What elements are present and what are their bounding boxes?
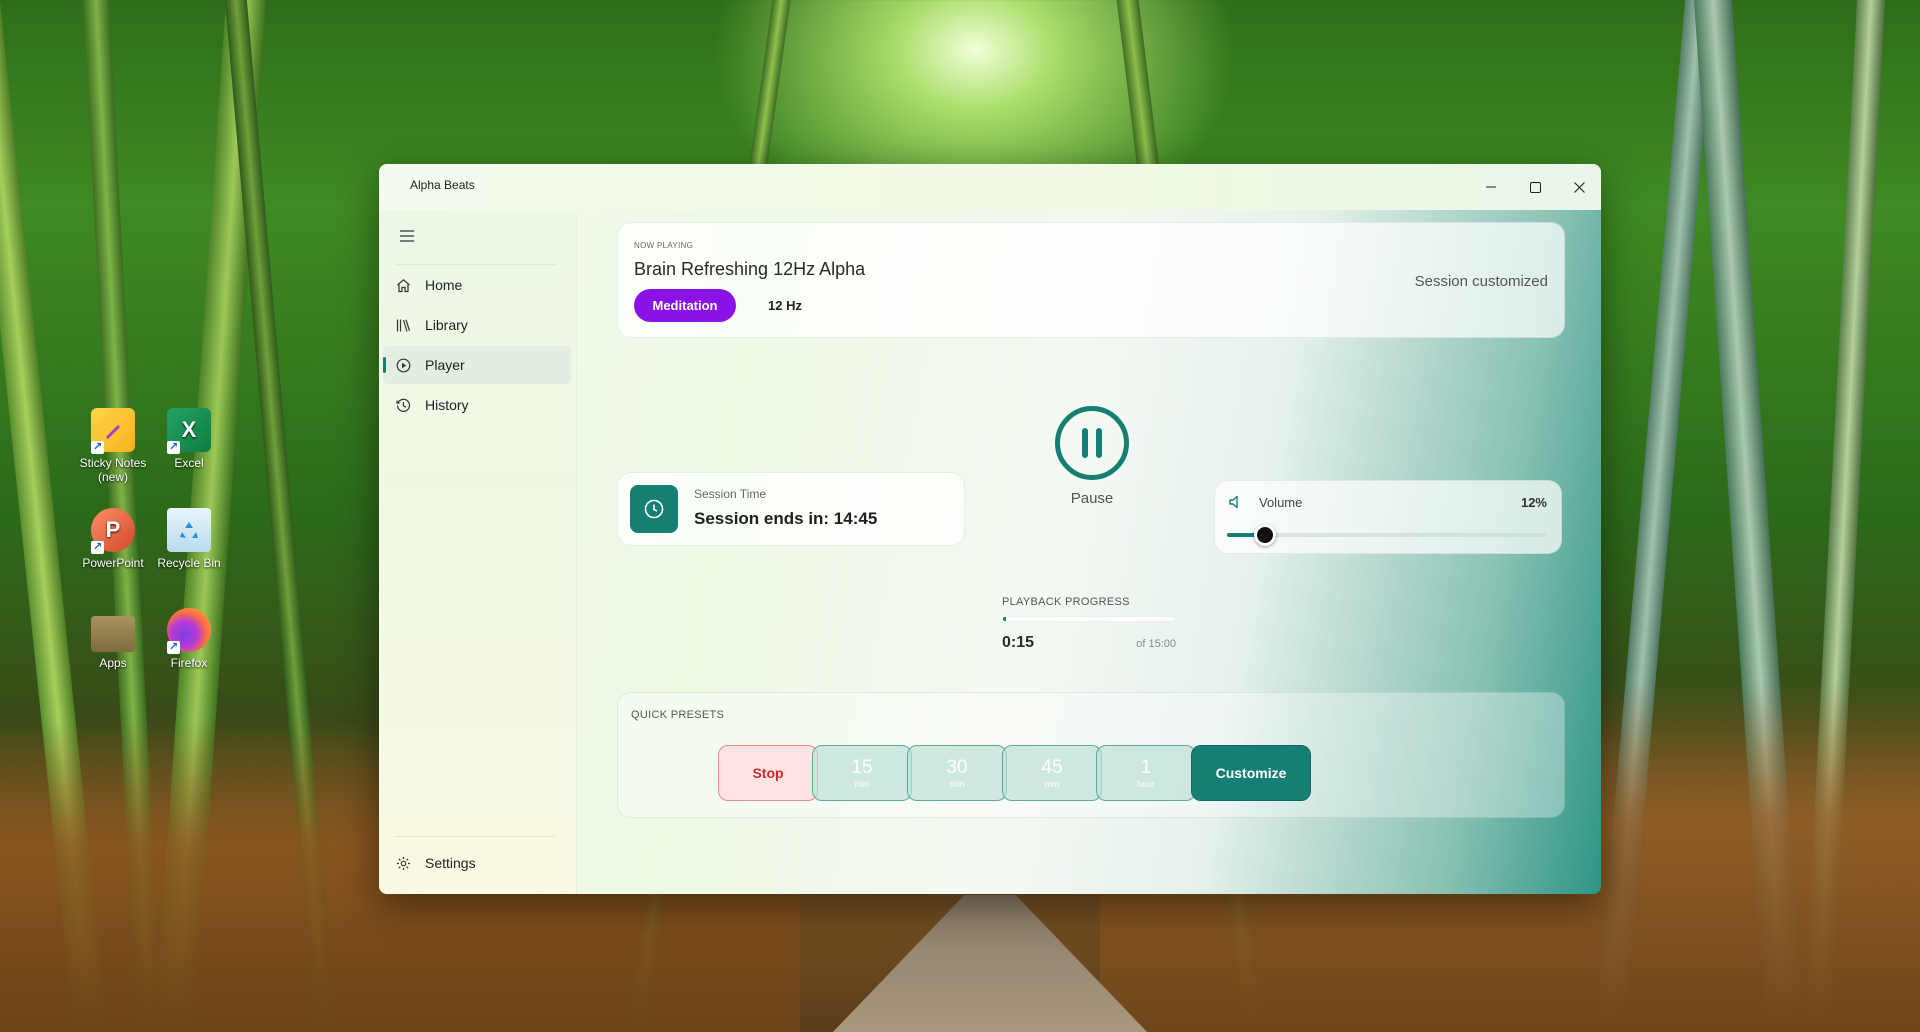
session-status: Session customized	[1414, 273, 1548, 290]
preset-unit: min	[1044, 778, 1060, 789]
sticky-notes-icon: ↗	[91, 408, 135, 454]
minimize-button[interactable]	[1469, 170, 1513, 204]
session-time-value: Session ends in: 14:45	[694, 509, 878, 528]
gear-icon	[395, 855, 411, 871]
sidebar-divider	[395, 264, 556, 265]
close-icon	[1573, 181, 1585, 193]
desktop-icon-excel[interactable]: X ↗ Excel	[151, 408, 227, 470]
active-indicator	[383, 357, 386, 373]
session-time-card: Session Time Session ends in: 14:45	[617, 472, 965, 546]
desktop-icon-recycle-bin[interactable]: Recycle Bin	[151, 508, 227, 570]
library-icon	[395, 317, 411, 333]
sidebar-item-label: Settings	[425, 855, 476, 871]
playback-progress-fill	[1003, 617, 1007, 621]
preset-30-min-button[interactable]: 30 min	[907, 745, 1007, 801]
preset-1-hour-button[interactable]: 1 hour	[1096, 745, 1196, 801]
app-window: Alpha Beats Home Library Player History …	[379, 164, 1601, 894]
volume-slider[interactable]	[1227, 524, 1547, 546]
playback-progress-bar[interactable]	[1002, 616, 1176, 622]
frequency-tag: 12 Hz	[768, 298, 802, 313]
desktop-icon-powerpoint[interactable]: P ↗ PowerPoint	[75, 508, 151, 570]
desktop-icon-label: Firefox	[170, 656, 208, 670]
desktop-icon-sticky-notes[interactable]: ↗ Sticky Notes (new)	[75, 408, 151, 484]
stop-label: Stop	[752, 765, 784, 781]
history-icon	[395, 397, 411, 413]
volume-slider-thumb[interactable]	[1254, 524, 1277, 546]
category-tag: Meditation	[634, 289, 736, 322]
desktop-icon-firefox[interactable]: ↗ Firefox	[151, 608, 227, 670]
volume-label: Volume	[1259, 495, 1303, 510]
clock-icon	[630, 485, 678, 533]
hamburger-menu-button[interactable]	[391, 220, 423, 252]
customize-button[interactable]: Customize	[1191, 745, 1311, 801]
home-icon	[395, 277, 411, 293]
quick-presets-label: QUICK PRESETS	[631, 709, 725, 721]
session-time-label: Session Time	[694, 487, 767, 501]
maximize-icon	[1529, 181, 1541, 193]
desktop-icon-label: Apps	[99, 656, 127, 670]
sidebar-item-home[interactable]: Home	[383, 266, 571, 304]
hamburger-icon	[400, 230, 414, 242]
volume-value: 12%	[1520, 495, 1547, 510]
playback-current-time: 0:15	[1002, 634, 1035, 651]
track-title: Brain Refreshing 12Hz Alpha	[634, 259, 866, 279]
preset-15-min-button[interactable]: 15 min	[812, 745, 912, 801]
preset-number: 45	[1041, 756, 1063, 778]
desktop-icon-label: Excel	[174, 456, 204, 470]
playback-progress-label: PLAYBACK PROGRESS	[1002, 596, 1130, 608]
desktop-icon-label: PowerPoint	[82, 556, 144, 570]
preset-unit: min	[854, 778, 870, 789]
preset-unit: hour	[1136, 778, 1155, 789]
player-page: NOW PLAYING Brain Refreshing 12Hz Alpha …	[576, 210, 1601, 894]
app-title: Alpha Beats	[410, 178, 475, 192]
sidebar-divider	[395, 836, 556, 837]
title-bar[interactable]: Alpha Beats	[379, 164, 1601, 210]
pause-icon	[1096, 428, 1102, 458]
firefox-icon: ↗	[167, 608, 211, 654]
sidebar-item-label: Player	[425, 357, 465, 373]
sidebar-item-label: Home	[425, 277, 463, 293]
now-playing-label: NOW PLAYING	[634, 241, 694, 250]
pause-icon	[1082, 428, 1088, 458]
recycle-bin-icon	[167, 508, 211, 552]
close-button[interactable]	[1557, 170, 1601, 204]
pause-button[interactable]	[1055, 406, 1129, 480]
sidebar-item-label: Library	[425, 317, 468, 333]
sidebar-item-player[interactable]: Player	[383, 346, 571, 384]
sidebar-item-label: History	[425, 397, 469, 413]
sidebar-item-library[interactable]: Library	[383, 306, 571, 344]
sidebar: Home Library Player History Settings	[379, 210, 576, 894]
playback-total-time: of 15:00	[1136, 638, 1176, 650]
minimize-icon	[1486, 186, 1496, 188]
preset-number: 15	[851, 756, 873, 778]
customize-label: Customize	[1215, 765, 1287, 781]
sidebar-item-history[interactable]: History	[383, 386, 571, 424]
folder-icon	[91, 616, 135, 652]
desktop-icon-apps[interactable]: Apps	[75, 608, 151, 670]
preset-number: 30	[946, 756, 968, 778]
desktop-icon-label: Sticky Notes (new)	[79, 456, 147, 484]
sidebar-item-settings[interactable]: Settings	[383, 844, 571, 882]
preset-number: 1	[1140, 756, 1152, 778]
speaker-icon	[1227, 493, 1247, 513]
powerpoint-icon: P ↗	[91, 508, 135, 554]
maximize-button[interactable]	[1513, 170, 1557, 204]
desktop-icon-label: Recycle Bin	[157, 556, 221, 570]
volume-card: Volume 12%	[1214, 480, 1562, 554]
preset-45-min-button[interactable]: 45 min	[1002, 745, 1102, 801]
preset-unit: min	[949, 778, 965, 789]
pause-label: Pause	[1070, 490, 1114, 507]
quick-presets-card: QUICK PRESETS Stop 15 min 30 min 45 min …	[617, 692, 1565, 818]
now-playing-card: NOW PLAYING Brain Refreshing 12Hz Alpha …	[617, 222, 1565, 338]
excel-icon: X ↗	[167, 408, 211, 454]
stop-button[interactable]: Stop	[718, 745, 818, 801]
play-circle-icon	[395, 357, 411, 373]
